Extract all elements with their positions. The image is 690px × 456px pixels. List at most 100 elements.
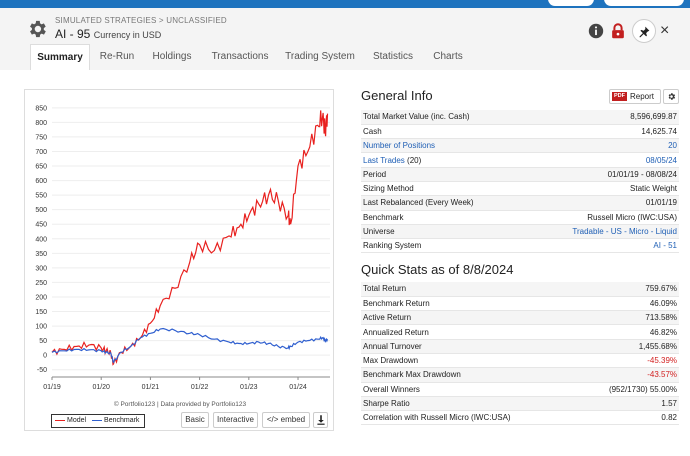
row-value[interactable]: 08/05/24 [524, 152, 679, 168]
table-row: Period 01/01/19 - 08/08/24 [361, 167, 679, 182]
embed-button[interactable]: </> embed [262, 412, 310, 428]
table-row: Max Drawdown -45.39% [361, 353, 679, 369]
table-row: Number of Positions 20 [361, 138, 679, 154]
performance-chart[interactable]: -50 0 50 100 150 200 250 300 350 400 450 500 550 600 6… [25, 90, 335, 400]
row-label-text: Correlation with Russell Micro (IWC:USA) [363, 413, 511, 423]
y-tick-label: 300 [35, 265, 47, 272]
x-tick-label: 01/19 [43, 384, 61, 391]
nav-pill[interactable] [548, 0, 594, 6]
row-label[interactable]: Number of Positions [361, 138, 525, 154]
table-row: Annual Turnover 1,455.68% [361, 339, 679, 354]
row-label-text: Active Return [363, 313, 412, 323]
row-label-text: Ranking System [363, 241, 422, 251]
row-label-text: Total Return [363, 284, 407, 294]
table-row: Overall Winners (952/1730) 55.00% [361, 382, 679, 397]
top-nav-bar [0, 0, 690, 8]
table-row: Ranking System AI - 51 [361, 238, 679, 254]
info-icon[interactable] [587, 22, 605, 40]
tab-transactions[interactable]: Transactions [208, 44, 272, 70]
row-label-text: Last Rebalanced (Every Week) [363, 198, 474, 208]
row-value: 46.82% [576, 324, 679, 340]
tab-statistics[interactable]: Statistics [367, 44, 419, 70]
row-label-text: Cash [363, 126, 382, 136]
tab-trading-system[interactable]: Trading System [284, 44, 356, 70]
row-label: Benchmark Max Drawdown [361, 367, 577, 383]
y-tick-label: 650 [35, 164, 47, 171]
x-tick-label: 01/24 [289, 384, 307, 391]
strategy-name: AI - 95 [55, 27, 91, 41]
row-label-text: Overall Winners [363, 384, 420, 394]
table-row: Annualized Return 46.82% [361, 324, 679, 340]
download-button[interactable] [313, 412, 328, 428]
y-tick-label: 700 [35, 149, 47, 156]
chart-credit: © Portfolio123 | Data provided by Portfo… [113, 401, 247, 408]
row-label: Sizing Method [361, 181, 525, 197]
row-label-text: Total Market Value (inc. Cash) [363, 112, 470, 122]
general-info-table: Total Market Value (inc. Cash) 8,596,699.… [361, 110, 679, 254]
row-label-text: Last Trades [363, 155, 405, 165]
benchmark-series-line [51, 327, 329, 364]
interactive-button[interactable]: Interactive [213, 412, 258, 428]
report-button[interactable]: PDF Report [609, 89, 661, 104]
tab-charts[interactable]: Charts [428, 44, 468, 70]
row-value: 1.57 [576, 396, 679, 412]
nav-search[interactable] [604, 0, 684, 6]
row-value: 1,455.68% [576, 339, 679, 354]
pdf-icon: PDF [612, 92, 627, 102]
lock-icon[interactable] [609, 22, 627, 40]
y-tick-label: 600 [35, 178, 47, 185]
download-icon [317, 415, 325, 425]
row-value: 01/01/19 [524, 195, 679, 211]
currency-label: Currency in USD [93, 30, 162, 40]
row-value: 713.58% [576, 310, 679, 326]
y-tick-label: 750 [35, 134, 47, 141]
row-value: 0.82 [576, 410, 679, 426]
pin-button[interactable] [632, 19, 656, 43]
table-row: Sharpe Ratio 1.57 [361, 396, 679, 412]
row-label[interactable]: Last Trades (20) [361, 152, 525, 168]
basic-button[interactable]: Basic [181, 412, 209, 428]
x-tick-label: 01/23 [240, 384, 258, 391]
y-tick-label: 350 [35, 251, 47, 258]
y-tick-label: 500 [35, 207, 47, 214]
report-label: Report [630, 92, 655, 101]
row-value: -45.39% [576, 353, 679, 369]
close-icon[interactable]: × [660, 22, 669, 40]
table-row: Correlation with Russell Micro (IWC:USA)… [361, 410, 679, 426]
chart-legend[interactable]: Model Benchmark [51, 414, 145, 428]
row-label-suffix: (20) [404, 155, 422, 165]
y-tick-label: 50 [39, 338, 47, 345]
row-value: Static Weight [524, 181, 679, 197]
row-value[interactable]: 20 [524, 138, 679, 154]
row-value: 14,625.74 [524, 124, 679, 140]
table-row: Active Return 713.58% [361, 310, 679, 326]
quick-stats-table: Total Return 759.67% Benchmark Return 46.09… [361, 282, 679, 426]
row-value[interactable]: AI - 51 [524, 238, 679, 254]
y-tick-label: 450 [35, 222, 47, 229]
table-row: Benchmark Max Drawdown -43.57% [361, 367, 679, 383]
row-value: (952/1730) 55.00% [576, 382, 679, 397]
row-value: 01/01/19 - 08/08/24 [524, 167, 679, 182]
tab-summary[interactable]: Summary [30, 44, 90, 70]
row-label-text: Universe [363, 227, 395, 237]
gear-icon[interactable] [26, 18, 48, 40]
row-label: Max Drawdown [361, 353, 577, 369]
row-label-text: Benchmark Max Drawdown [363, 370, 461, 380]
row-label: Total Return [361, 282, 577, 297]
y-tick-label: 150 [35, 309, 47, 316]
row-label-text: Annual Turnover [363, 341, 422, 351]
row-value: 46.09% [576, 296, 679, 312]
row-value: -43.57% [576, 367, 679, 383]
row-label-text: Max Drawdown [363, 356, 419, 366]
x-tick-label: 01/21 [142, 384, 160, 391]
report-settings-button[interactable] [663, 89, 679, 104]
tab-rerun[interactable]: Re-Run [96, 44, 138, 70]
row-label: Annualized Return [361, 324, 577, 340]
table-row: Benchmark Return 46.09% [361, 296, 679, 312]
row-value[interactable]: Tradable - US - Micro - Liquid [524, 224, 679, 240]
general-info-title: General Info [361, 88, 433, 103]
tab-holdings[interactable]: Holdings [148, 44, 196, 70]
row-label: Last Rebalanced (Every Week) [361, 195, 525, 211]
breadcrumb[interactable]: SIMULATED STRATEGIES > UNCLASSIFIED [55, 16, 227, 25]
row-value: 8,596,699.87 [524, 110, 679, 125]
